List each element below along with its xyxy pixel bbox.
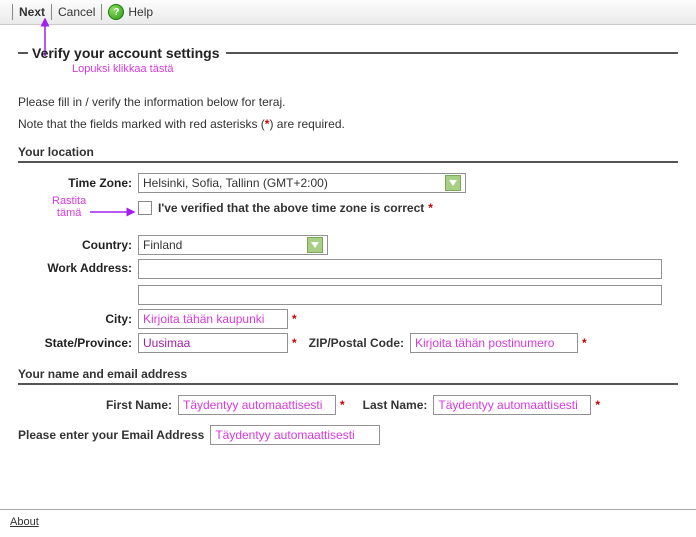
zip-label: ZIP/Postal Code:: [297, 336, 410, 350]
work-address-input-1[interactable]: [138, 259, 662, 279]
email-input[interactable]: Täydentyy automaattisesti: [210, 425, 380, 445]
about-link[interactable]: About: [10, 516, 39, 528]
firstname-label: First Name:: [18, 398, 178, 412]
toolbar-separator: [101, 4, 102, 20]
country-select[interactable]: Finland: [138, 235, 328, 255]
section-title-text: Verify your account settings: [32, 45, 220, 61]
country-value: Finland: [143, 236, 303, 254]
lastname-label: Last Name:: [351, 398, 434, 412]
zip-input[interactable]: Kirjoita tähän postinumero: [410, 333, 578, 353]
required-asterisk: *: [428, 201, 433, 215]
toolbar: Next Cancel ? Help: [0, 0, 696, 25]
footer: About: [0, 509, 696, 534]
work-address-label: Work Address:: [18, 259, 138, 275]
section-title: Verify your account settings: [18, 45, 678, 61]
city-label: City:: [18, 312, 138, 326]
toolbar-separator: [12, 4, 13, 20]
intro-line-2: Note that the fields marked with red ast…: [18, 117, 678, 131]
required-asterisk: *: [292, 312, 297, 326]
location-heading: Your location: [18, 145, 678, 163]
toolbar-separator: [51, 4, 52, 20]
timezone-select[interactable]: Helsinki, Sofia, Tallinn (GMT+2:00): [138, 173, 466, 193]
required-asterisk: *: [582, 336, 587, 350]
nameemail-heading: Your name and email address: [18, 367, 678, 385]
work-address-input-2[interactable]: [138, 285, 662, 305]
chevron-down-icon[interactable]: [307, 237, 323, 253]
required-asterisk: *: [340, 398, 345, 412]
city-input[interactable]: Kirjoita tähän kaupunki: [138, 309, 288, 329]
annotation-check-this: Rastitatämä: [52, 195, 86, 219]
content-area: Verify your account settings Lopuksi kli…: [0, 25, 696, 509]
chevron-down-icon[interactable]: [445, 175, 461, 191]
email-label: Please enter your Email Address: [18, 428, 210, 442]
country-label: Country:: [18, 238, 138, 252]
state-input[interactable]: Uusimaa: [138, 333, 288, 353]
state-label: State/Province:: [18, 336, 138, 350]
arrow-to-checkbox: [90, 205, 140, 219]
required-asterisk: *: [595, 398, 600, 412]
intro-line-1: Please fill in / verify the information …: [18, 95, 678, 109]
firstname-input[interactable]: Täydentyy automaattisesti: [178, 395, 336, 415]
help-button[interactable]: ? Help: [108, 4, 153, 20]
timezone-value: Helsinki, Sofia, Tallinn (GMT+2:00): [143, 174, 441, 192]
timezone-label: Time Zone:: [18, 176, 138, 190]
help-label: Help: [128, 5, 153, 19]
next-button[interactable]: Next: [19, 5, 45, 19]
help-icon: ?: [108, 4, 124, 20]
verify-timezone-checkbox[interactable]: [138, 201, 152, 215]
lastname-input[interactable]: Täydentyy automaattisesti: [433, 395, 591, 415]
verify-timezone-label: I've verified that the above time zone i…: [158, 201, 424, 215]
cancel-button[interactable]: Cancel: [58, 5, 95, 19]
